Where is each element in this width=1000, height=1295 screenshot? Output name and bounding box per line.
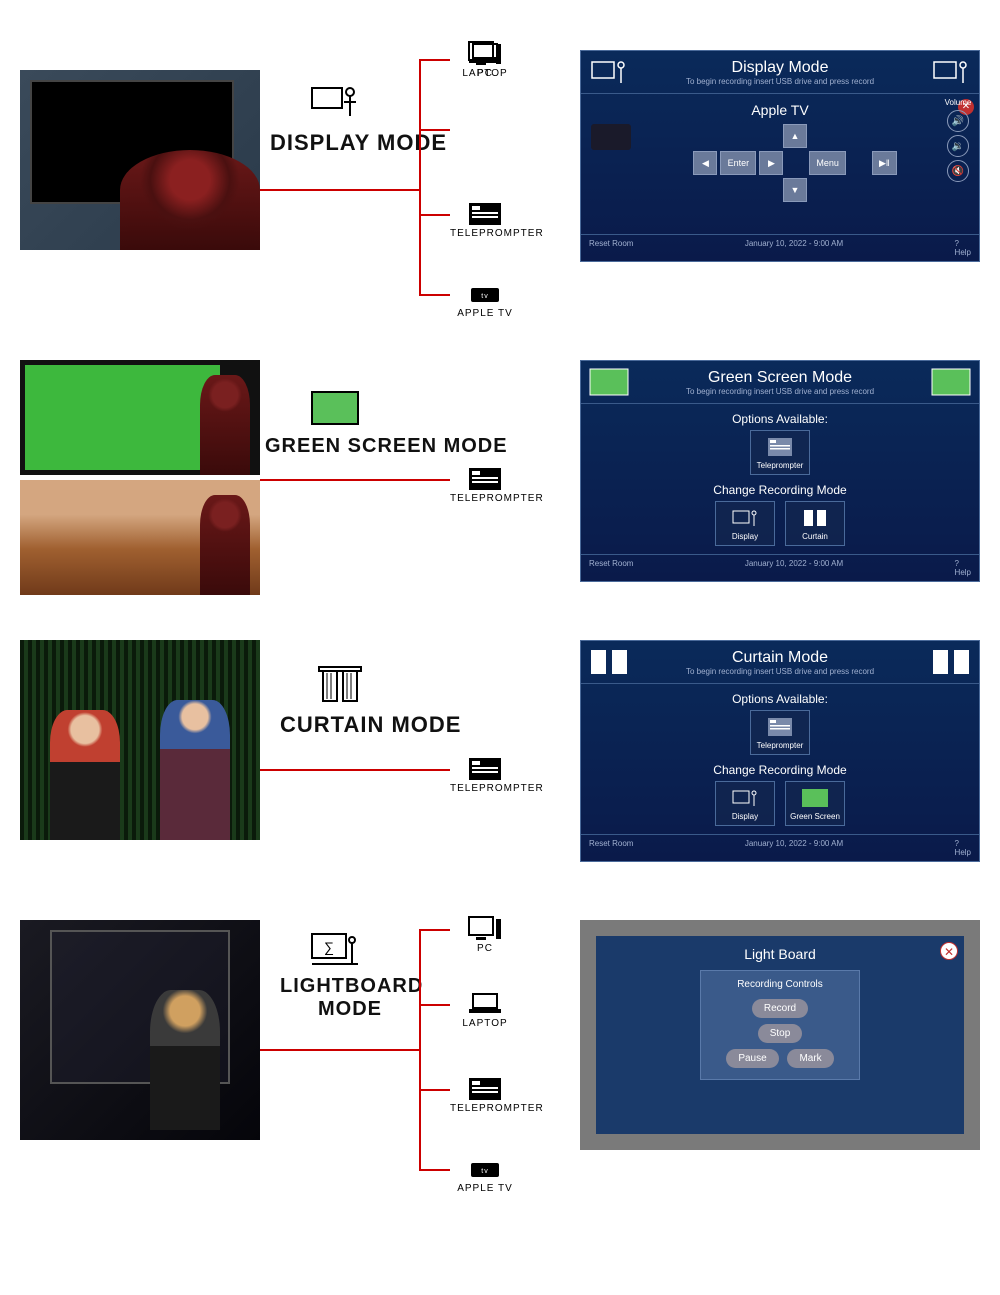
teleprompter-icon bbox=[450, 755, 520, 783]
source-teleprompter-lb: TELEPROMPTER bbox=[450, 1075, 520, 1114]
row-curtain: CURTAIN MODE TELEPROMPTER Curtain Mode T… bbox=[10, 640, 990, 900]
appletv-thumb bbox=[591, 124, 631, 150]
volume-down[interactable]: 🔉 bbox=[947, 135, 969, 157]
source-appletv: tv APPLE TV bbox=[450, 280, 520, 319]
play-pause[interactable]: ▶‖ bbox=[872, 151, 897, 175]
green-header-icon-right bbox=[931, 367, 971, 397]
stop-button[interactable]: Stop bbox=[758, 1024, 803, 1043]
photo-mars bbox=[20, 480, 260, 595]
laptop-icon bbox=[450, 40, 520, 68]
display-header-icon-left bbox=[589, 57, 629, 87]
green-panel-title: Green Screen Mode bbox=[629, 369, 931, 387]
change-to-display[interactable]: Display bbox=[715, 501, 775, 546]
curtain-panel-title: Curtain Mode bbox=[629, 649, 931, 667]
pause-button[interactable]: Pause bbox=[726, 1049, 778, 1068]
lightboard-panel: ✕ Light Board Recording Controls Record … bbox=[580, 920, 980, 1150]
help-link[interactable]: ?Help bbox=[955, 839, 971, 857]
lightboard-panel-title: Light Board bbox=[606, 946, 954, 962]
source-teleprompter-green: TELEPROMPTER bbox=[450, 465, 520, 504]
change-mode-label: Change Recording Mode bbox=[589, 763, 971, 777]
green-mode-label: GREEN SCREEN MODE bbox=[265, 435, 508, 458]
reset-room[interactable]: Reset Room bbox=[589, 239, 633, 257]
source-laptop-lb: LAPTOP bbox=[450, 990, 520, 1029]
green-panel-subtitle: To begin recording insert USB drive and … bbox=[629, 387, 931, 396]
option-teleprompter[interactable]: Teleprompter bbox=[750, 710, 810, 755]
greenscreen-icon bbox=[790, 786, 840, 810]
green-header-icon-left bbox=[589, 367, 629, 397]
teleprompter-icon bbox=[450, 200, 520, 228]
nav-enter[interactable]: Enter bbox=[720, 151, 756, 175]
curtain-mode-label: CURTAIN MODE bbox=[280, 712, 461, 738]
record-button[interactable]: Record bbox=[752, 999, 808, 1018]
reset-room[interactable]: Reset Room bbox=[589, 839, 633, 857]
source-pc-lb: PC bbox=[450, 915, 520, 954]
volume-up[interactable]: 🔊 bbox=[947, 110, 969, 132]
lightboard-mode-icon: ∑ bbox=[310, 930, 360, 970]
row-green: GREEN SCREEN MODE TELEPROMPTER Green Scr… bbox=[10, 360, 990, 620]
change-to-display[interactable]: Display bbox=[715, 781, 775, 826]
teleprompter-icon bbox=[450, 1075, 520, 1103]
nav-left[interactable]: ◀ bbox=[693, 151, 717, 175]
source-teleprompter-curtain: TELEPROMPTER bbox=[450, 755, 520, 794]
close-button[interactable]: ✕ bbox=[940, 942, 958, 960]
photo-greenscreen bbox=[20, 360, 260, 475]
curtain-icon bbox=[790, 506, 840, 530]
volume-label: Volume bbox=[943, 98, 973, 107]
volume-mute[interactable]: 🔇 bbox=[947, 160, 969, 182]
display-panel: Display Mode To begin recording insert U… bbox=[580, 50, 980, 262]
source-appletv-lb: tv APPLE TV bbox=[450, 1155, 520, 1194]
teleprompter-icon bbox=[755, 715, 805, 739]
curtain-header-icon-right bbox=[931, 647, 971, 677]
photo-curtain bbox=[20, 640, 260, 840]
lightboard-mode-label: LIGHTBOARD MODE bbox=[280, 975, 420, 1021]
display-header-icon-right bbox=[931, 57, 971, 87]
help-link[interactable]: ?Help bbox=[955, 239, 971, 257]
display-mode-label: DISPLAY MODE bbox=[270, 130, 447, 156]
row-display: DISPLAY MODE PC LAPTOP TELEPROMPTER tv A… bbox=[10, 40, 990, 340]
nav-down[interactable]: ▼ bbox=[783, 178, 807, 202]
timestamp: January 10, 2022 - 9:00 AM bbox=[745, 839, 843, 857]
pc-icon bbox=[450, 915, 520, 943]
change-to-greenscreen[interactable]: Green Screen bbox=[785, 781, 845, 826]
photo-display bbox=[20, 70, 260, 250]
options-available-label: Options Available: bbox=[589, 412, 971, 426]
help-link[interactable]: ?Help bbox=[955, 559, 971, 577]
display-mode-icon bbox=[310, 80, 360, 120]
green-mode-icon bbox=[310, 390, 360, 430]
display-icon bbox=[720, 506, 770, 530]
options-available-label: Options Available: bbox=[589, 692, 971, 706]
timestamp: January 10, 2022 - 9:00 AM bbox=[745, 239, 843, 257]
curtain-panel: Curtain Mode To begin recording insert U… bbox=[580, 640, 980, 862]
option-teleprompter[interactable]: Teleprompter bbox=[750, 430, 810, 475]
source-teleprompter: TELEPROMPTER bbox=[450, 200, 520, 239]
appletv-icon: tv bbox=[450, 1155, 520, 1183]
curtain-panel-subtitle: To begin recording insert USB drive and … bbox=[629, 667, 931, 676]
curtain-mode-icon bbox=[315, 665, 365, 705]
curtain-header-icon-left bbox=[589, 647, 629, 677]
svg-text:tv: tv bbox=[481, 293, 488, 300]
row-lightboard: ∑ LIGHTBOARD MODE PC LAPTOP TELEPROMPTER… bbox=[10, 920, 990, 1230]
teleprompter-icon bbox=[450, 465, 520, 493]
photo-lightboard bbox=[20, 920, 260, 1140]
display-icon bbox=[720, 786, 770, 810]
svg-text:∑: ∑ bbox=[324, 939, 334, 955]
change-to-curtain[interactable]: Curtain bbox=[785, 501, 845, 546]
appletv-icon: tv bbox=[450, 280, 520, 308]
mark-button[interactable]: Mark bbox=[787, 1049, 833, 1068]
green-panel: Green Screen Mode To begin recording ins… bbox=[580, 360, 980, 582]
nav-menu[interactable]: Menu bbox=[809, 151, 846, 175]
reset-room[interactable]: Reset Room bbox=[589, 559, 633, 577]
display-panel-title: Display Mode bbox=[629, 59, 931, 77]
teleprompter-icon bbox=[755, 435, 805, 459]
nav-up[interactable]: ▲ bbox=[783, 124, 807, 148]
change-mode-label: Change Recording Mode bbox=[589, 483, 971, 497]
source-laptop: LAPTOP bbox=[450, 40, 520, 79]
laptop-icon bbox=[450, 990, 520, 1018]
svg-text:tv: tv bbox=[481, 1168, 488, 1175]
recording-controls-label: Recording Controls bbox=[709, 979, 851, 990]
nav-right[interactable]: ▶ bbox=[759, 151, 783, 175]
source-name: Apple TV bbox=[589, 102, 971, 118]
display-panel-subtitle: To begin recording insert USB drive and … bbox=[629, 77, 931, 86]
timestamp: January 10, 2022 - 9:00 AM bbox=[745, 559, 843, 577]
